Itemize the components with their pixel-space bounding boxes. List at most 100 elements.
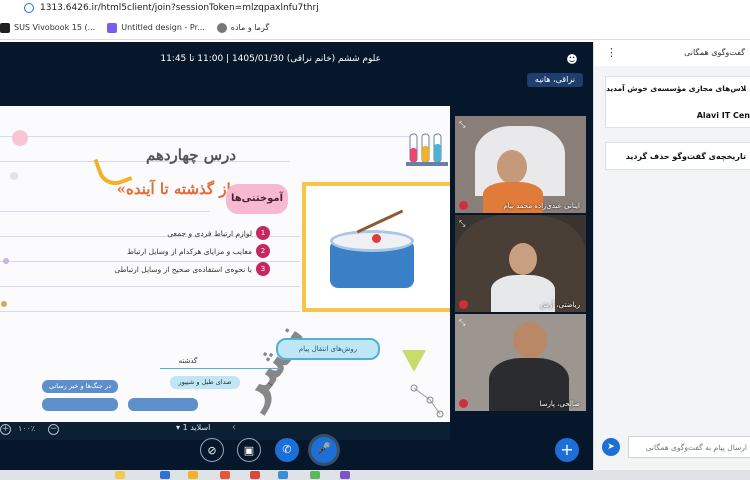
decoration-icon — [1, 130, 28, 307]
send-button[interactable]: ➤ — [602, 438, 620, 456]
chat-message: تاریخچه‌ی گفت‌وگو حذف گردید — [605, 142, 750, 170]
welcome-brand: Alavi IT Cen — [696, 111, 750, 120]
learnings-badge: آموختنی‌ها — [226, 184, 288, 214]
bookmarks-bar: SUS Vivobook 15 (... Untitled design - P… — [0, 16, 750, 40]
bookmark-heat[interactable]: گرما و ماده — [216, 22, 270, 33]
learning-item: لوازم ارتباط فردی و جمعی 1 — [167, 226, 270, 240]
webcam-tile[interactable]: ⤡ اینانی عبدی‌زاده محمد بیام — [455, 116, 586, 213]
previous-slide-button[interactable]: ‹ — [232, 422, 236, 433]
learning-text: معایب و مزایای هرکدام از وسایل ارتباط — [126, 246, 252, 256]
person-head — [513, 322, 547, 358]
webcam-name: ریاضتی، آرش — [540, 301, 580, 309]
webcam-name: اینانی عبدی‌زاده محمد بیام — [503, 202, 580, 210]
vivobook-icon — [0, 22, 10, 33]
slide-selector[interactable]: ▾ اسلاید 1 — [176, 423, 210, 432]
taskbar-app-icon[interactable] — [160, 471, 170, 479]
learning-item: معایب و مزایای هرکدام از وسایل ارتباط 2 — [127, 244, 270, 258]
webcam-off-icon: ▣ — [243, 444, 255, 457]
more-options-icon[interactable]: ⋮ — [606, 46, 617, 59]
expand-icon[interactable]: ⤡ — [459, 318, 465, 328]
triangle-shape — [402, 350, 426, 372]
history-cleared-message: تاریخچه‌ی گفت‌وگو حذف گردید — [625, 152, 746, 161]
chat-panel: ⋮ گفت‌وگوی همگانی به کلاس‌های مجازی مؤسس… — [593, 42, 750, 470]
ruled-line — [0, 211, 210, 212]
taskbar-app-icon[interactable] — [250, 471, 260, 479]
test-tubes-icon — [406, 133, 448, 166]
webcam-tile[interactable]: ⤡ صالحی، پارسا — [455, 314, 586, 411]
taskbar-app-icon[interactable] — [220, 471, 230, 479]
taskbar-app-icon[interactable] — [188, 471, 198, 479]
mindmap-item — [128, 398, 198, 411]
taskbar-app-icon[interactable] — [310, 471, 320, 479]
user-list-icon[interactable]: ☻ — [565, 53, 579, 66]
learning-number: 3 — [256, 262, 270, 276]
mindmap-root: روش‌های انتقال پیام — [276, 338, 380, 360]
mindmap-past: گذشته — [178, 357, 198, 365]
learning-item: با نحوه‌ی استفاده‌ی صحیح از وسایل ارتباط… — [114, 262, 270, 276]
presenter-badge: نراقی، هانیه — [526, 73, 583, 87]
phone-icon: ✆ — [282, 443, 292, 456]
mic-muted-icon — [459, 300, 468, 309]
os-taskbar — [0, 470, 750, 480]
mic-muted-icon — [459, 201, 468, 210]
zoom-out-button[interactable]: − — [48, 424, 59, 435]
chat-message: به کلاس‌های مجازی مؤسسه‌ی خوش آمدید Alav… — [605, 76, 750, 128]
chat-title: گفت‌وگوی همگانی — [684, 48, 745, 57]
mindmap-connector — [160, 368, 280, 369]
bookmark-label: Untitled design - Pr... — [121, 23, 205, 32]
taskbar-app-icon[interactable] — [115, 471, 125, 479]
mindmap-item: در جنگ‌ها و خبر رسانی — [42, 380, 118, 393]
expand-icon[interactable]: ⤡ — [459, 120, 465, 130]
send-icon: ➤ — [607, 442, 615, 452]
presentation-area: علوم ششم (خانم نراقی) 1405/01/30 | 11:00… — [0, 42, 593, 470]
expand-icon[interactable]: ⤡ — [459, 219, 465, 229]
taskbar-app-icon[interactable] — [278, 471, 288, 479]
ruled-line — [0, 136, 410, 137]
screenshare-off-icon: ⊘ — [207, 444, 217, 457]
lesson-title: «از گذشته تا آینده» — [116, 180, 240, 198]
site-info-icon[interactable] — [24, 3, 34, 13]
mic-muted-icon — [459, 399, 468, 408]
zoom-in-button[interactable]: + — [0, 424, 11, 435]
url-text[interactable]: 1313.6426.ir/html5client/join?sessionTok… — [40, 3, 319, 13]
learning-number: 1 — [256, 226, 270, 240]
bookmark-label: SUS Vivobook 15 (... — [14, 23, 96, 32]
canva-icon — [107, 22, 118, 33]
taskbar-app-icon[interactable] — [340, 471, 350, 479]
microphone-icon: 🎤 — [317, 442, 331, 455]
slide-selector-label: اسلاید 1 — [182, 423, 211, 432]
globe-icon — [216, 22, 227, 33]
learning-text: لوازم ارتباط فردی و جمعی — [167, 228, 252, 238]
microphone-button[interactable]: 🎤 — [311, 437, 337, 463]
webcam-button[interactable]: ▣ — [237, 438, 261, 462]
person-head — [497, 150, 527, 184]
presentation-slide: درس چهاردهم «از گذشته تا آینده» آموختنی‌… — [0, 106, 450, 422]
learning-number: 2 — [256, 244, 270, 258]
mindmap-item — [42, 398, 118, 411]
lesson-number: درس چهاردهم — [145, 146, 236, 164]
learning-text: با نحوه‌ی استفاده‌ی صحیح از وسایل ارتباط… — [114, 264, 252, 274]
webcam-name: صالحی، پارسا — [539, 400, 580, 408]
address-bar[interactable]: 1313.6426.ir/html5client/join?sessionTok… — [0, 0, 750, 16]
watermark: نشر — [224, 312, 317, 415]
bookmark-vivobook[interactable]: SUS Vivobook 15 (... — [0, 22, 96, 33]
class-title: علوم ششم (خانم نراقی) 1405/01/30 | 11:00… — [160, 54, 381, 64]
chat-header: ⋮ گفت‌وگوی همگانی — [594, 42, 750, 66]
audio-button[interactable]: ✆ — [275, 438, 299, 462]
chevron-down-icon: ▾ — [176, 423, 181, 432]
webcam-tile[interactable]: ⤡ ریاضتی، آرش — [455, 215, 586, 312]
mindmap-item: صدای طبل و شیپور — [170, 376, 240, 389]
screenshare-button[interactable]: ⊘ — [200, 438, 224, 462]
actions-button[interactable]: + — [555, 438, 579, 462]
chat-input[interactable] — [628, 436, 750, 458]
drumstick-tip — [372, 234, 381, 243]
bookmark-canva[interactable]: Untitled design - Pr... — [107, 22, 205, 33]
zoom-level: ۱۰۰٪ — [18, 424, 36, 433]
slide-toolbar — [0, 422, 450, 440]
welcome-message: به کلاس‌های مجازی مؤسسه‌ی خوش آمدید — [606, 84, 746, 93]
bookmark-label: گرما و ماده — [230, 23, 270, 32]
person-head — [509, 243, 537, 275]
molecule-icon — [410, 384, 444, 418]
plus-icon: + — [560, 440, 574, 459]
ruled-line — [0, 286, 300, 287]
